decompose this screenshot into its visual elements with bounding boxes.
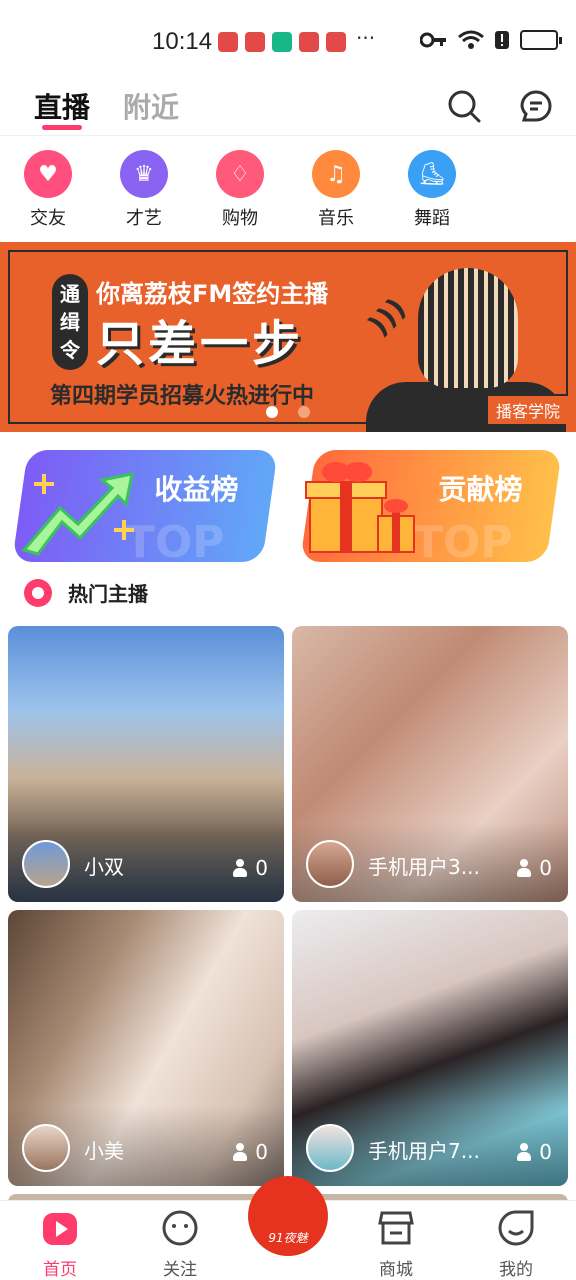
viewer-count-value: 0 [255,856,268,880]
heart-icon: ♥ [24,150,72,198]
viewer-count: 0 [233,856,268,880]
promo-banner[interactable]: 通缉令 你离荔枝FM签约主播 只差一步 第四期学员招募火热进行中 ))) 播客学… [0,242,576,432]
banner-line-3: 第四期学员招募火热进行中 [50,384,315,409]
carousel-dot[interactable] [298,406,310,418]
tab-nearby[interactable]: 附近 [123,86,179,126]
income-ranking-label: 收益榜 [154,473,239,506]
app-notification-icon [218,32,238,52]
profile-smile-icon [498,1210,534,1246]
skate-icon: ⛸ [408,150,456,198]
tab-live[interactable]: 直播 [34,86,90,126]
gift-box-icon [305,462,415,553]
brand-logo-text: 91夜魅 [268,1231,308,1245]
key-icon [420,32,446,48]
streamer-card[interactable]: 手机用户7... 0 [292,910,568,1186]
brand-logo-button[interactable]: 91夜魅 [248,1176,328,1256]
top-header: 直播 附近 [0,80,576,136]
notification-icons [218,32,346,52]
avatar[interactable] [306,1124,354,1172]
face-icon [162,1210,198,1246]
person-icon [233,1143,248,1161]
streamer-name: 小美 [84,1139,124,1163]
contribution-ranking-label: 贡献榜 [438,473,523,506]
carousel-dot-active[interactable] [266,406,278,418]
banner-corner-label: 播客学院 [485,394,568,424]
category-music[interactable]: ♫ 音乐 [306,150,366,230]
category-label: 交友 [30,208,66,229]
nav-home[interactable]: 首页 [20,1209,100,1280]
category-shopping[interactable]: ♢ 购物 [210,150,270,230]
streamer-name: 小双 [84,855,124,879]
app-notification-icon [326,32,346,52]
music-note-icon: ♫ [312,150,360,198]
viewer-count: 0 [233,1140,268,1164]
person-icon [233,859,248,877]
viewer-count-value: 0 [539,856,552,880]
nav-label: 商城 [379,1260,413,1280]
nav-follow[interactable]: 关注 [140,1209,220,1280]
nav-label: 首页 [43,1260,77,1280]
status-bar: 10:14 ··· [0,0,576,80]
avatar[interactable] [22,840,70,888]
rank-watermark: TOP [412,517,513,562]
shield-notification-icon [272,32,292,52]
streamer-card[interactable]: 小美 0 [8,910,284,1186]
person-icon [517,1143,532,1161]
category-label: 购物 [222,208,258,229]
viewer-count: 0 [517,856,552,880]
category-label: 舞蹈 [414,208,450,229]
streamer-name: 手机用户7... [368,1139,480,1163]
nav-label: 我的 [499,1260,533,1280]
category-dance[interactable]: ⛸ 舞蹈 [402,150,462,230]
app-notification-icon [299,32,319,52]
microphone-icon [418,268,518,388]
streamer-card[interactable]: 手机用户3... 0 [292,626,568,902]
person-icon [517,859,532,877]
category-label: 才艺 [126,208,162,229]
app-notification-icon [245,32,265,52]
home-play-icon [43,1213,77,1245]
active-tab-indicator [42,125,82,130]
dress-icon: ♢ [216,150,264,198]
section-header: 热门主播 [24,578,148,607]
category-dating[interactable]: ♥ 交友 [18,150,78,230]
more-notifications-icon: ··· [356,26,376,50]
battery-icon [520,30,562,50]
category-talent[interactable]: ♛ 才艺 [114,150,174,230]
trend-arrow-icon [21,472,134,556]
category-bar: ♥ 交友 ♛ 才艺 ♢ 购物 ♫ 音乐 ⛸ 舞蹈 [0,150,576,230]
nav-label: 关注 [163,1260,197,1280]
avatar[interactable] [22,1124,70,1172]
fire-icon [24,578,52,607]
category-label: 音乐 [318,208,354,229]
section-title: 热门主播 [68,582,148,606]
nav-shop[interactable]: 商城 [356,1209,436,1280]
jacket-icon: ♛ [120,150,168,198]
search-icon[interactable] [446,88,482,124]
viewer-count-value: 0 [539,1140,552,1164]
wifi-icon [458,30,484,49]
alert-icon [495,31,509,49]
nav-mine[interactable]: 我的 [476,1209,556,1280]
streamer-card[interactable]: 小双 0 [8,626,284,902]
avatar[interactable] [306,840,354,888]
viewer-count-value: 0 [255,1140,268,1164]
viewer-count: 0 [517,1140,552,1164]
status-time: 10:14 [152,28,213,55]
streamer-name: 手机用户3... [368,855,480,879]
store-icon [378,1211,414,1245]
banner-tag: 通缉令 [52,274,88,370]
message-icon[interactable] [518,88,554,124]
banner-line-2: 只差一步 [96,316,305,372]
